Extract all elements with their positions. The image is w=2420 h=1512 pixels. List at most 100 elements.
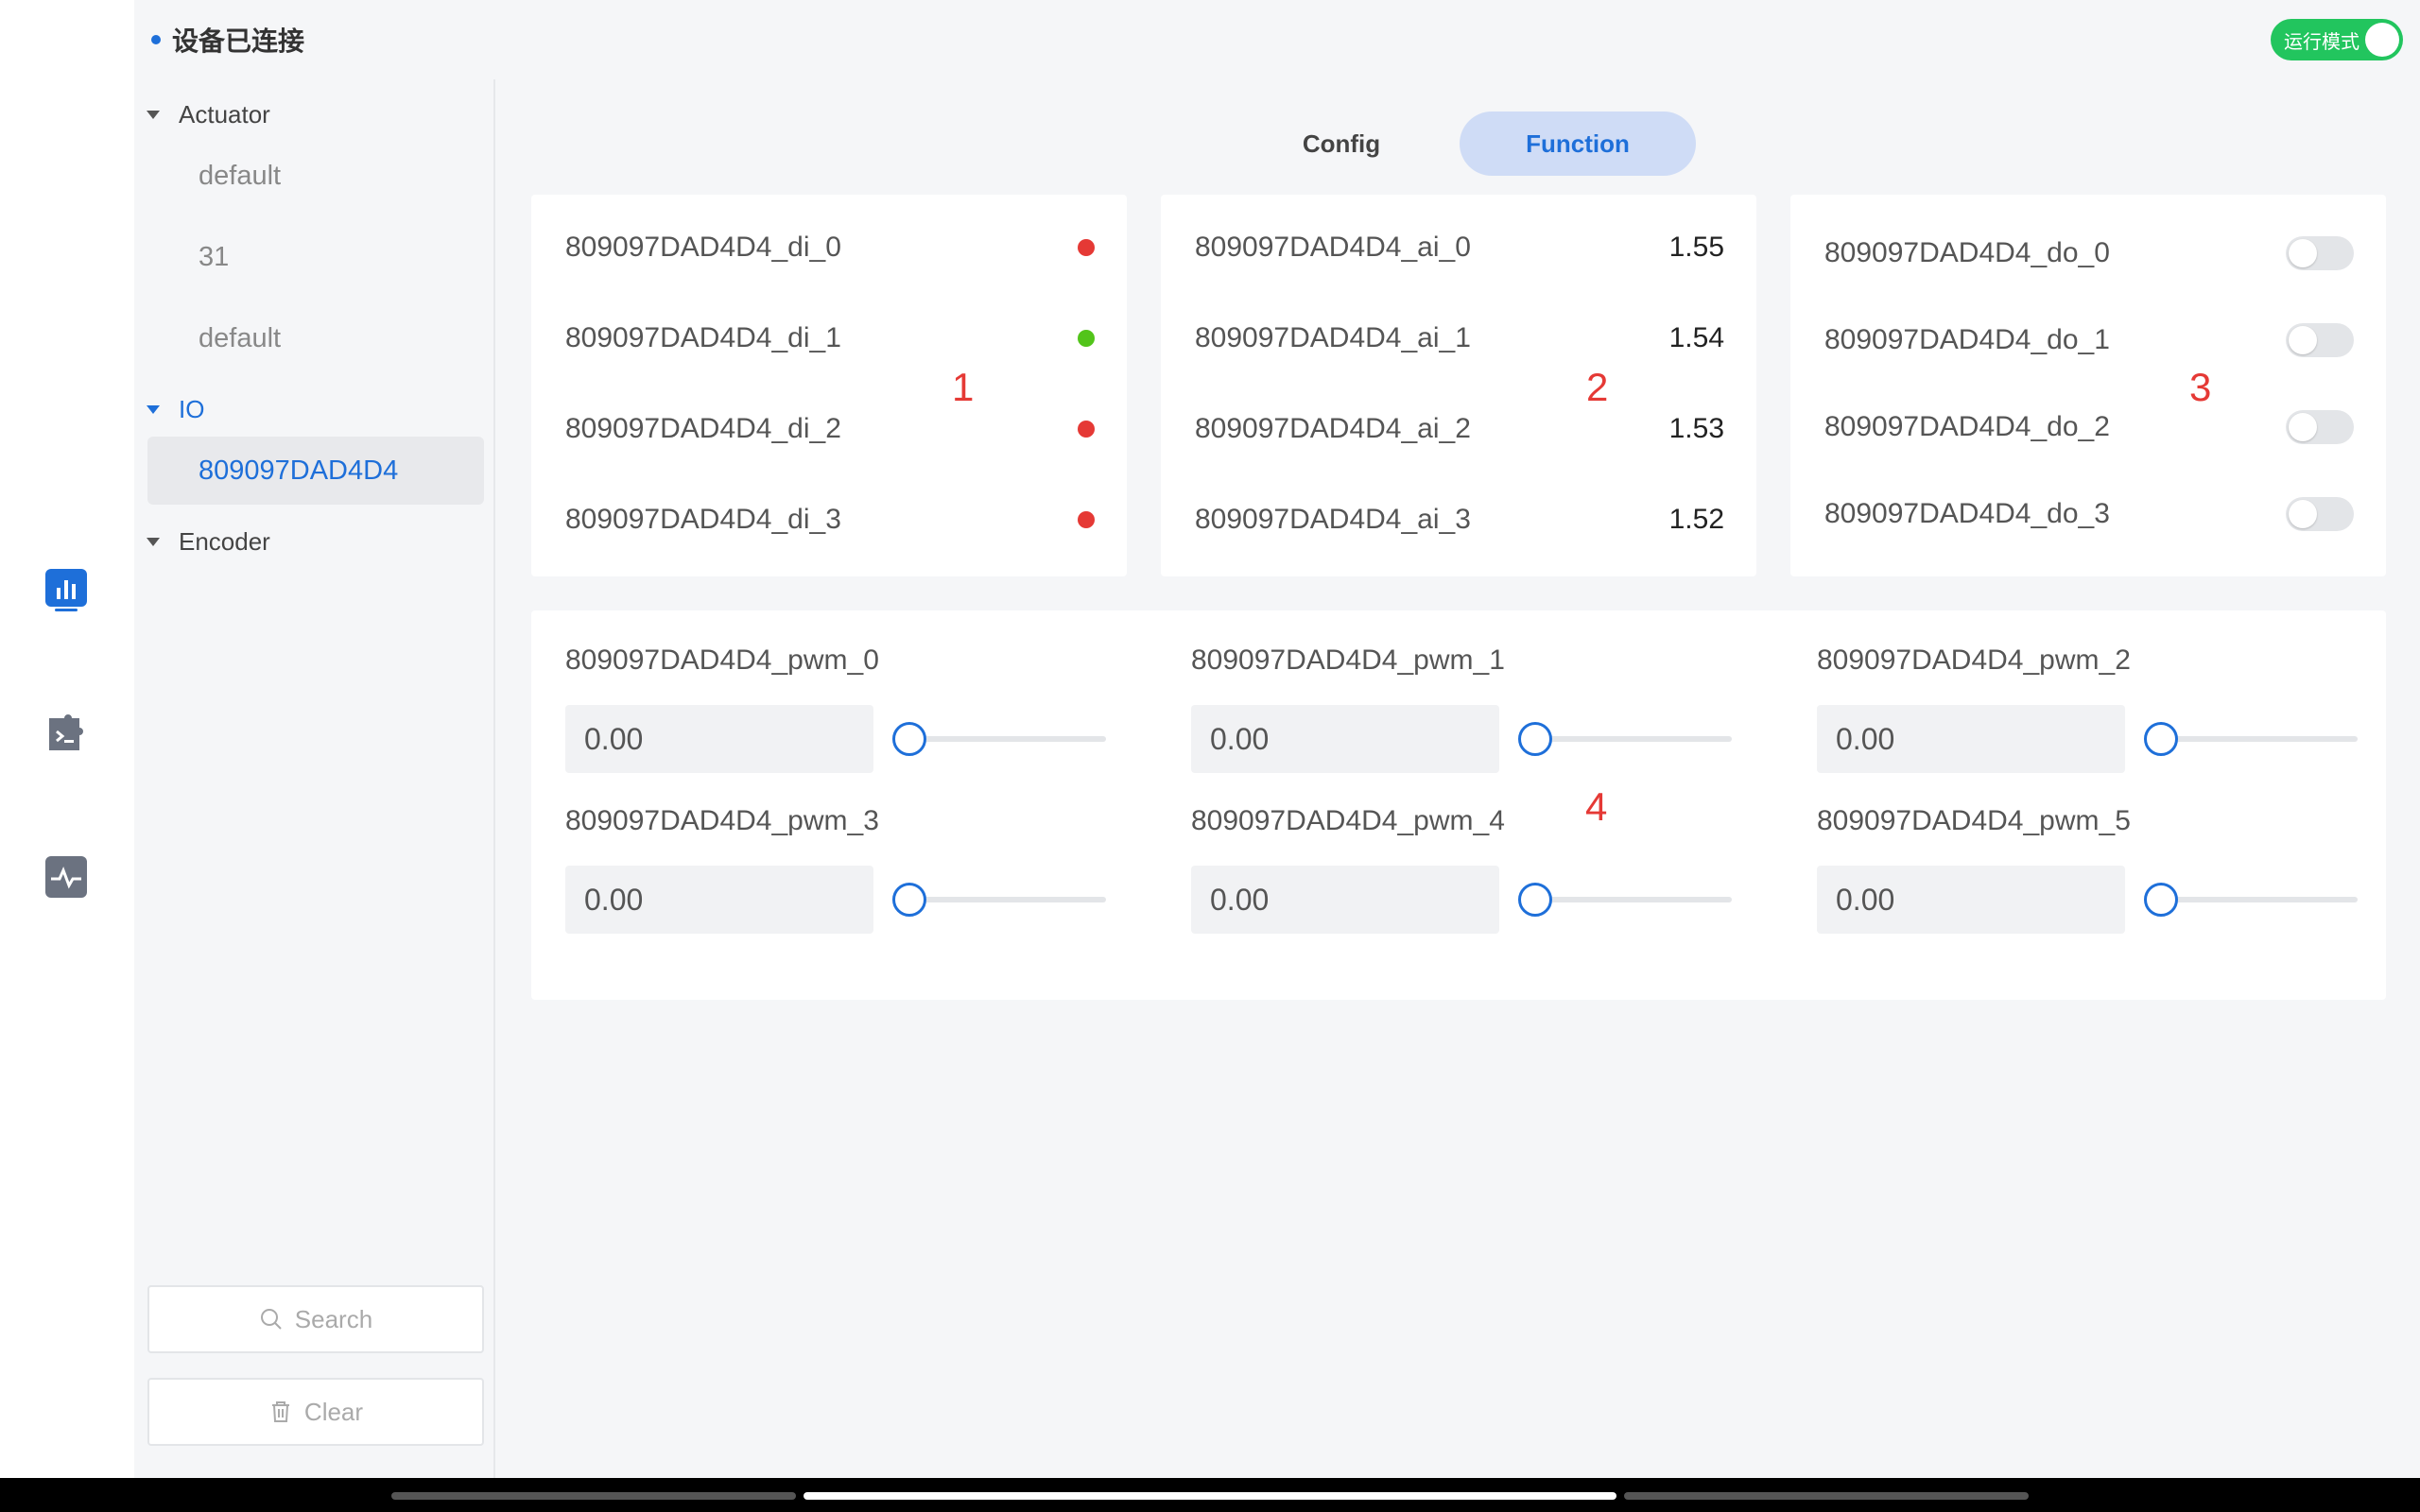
- search-icon: [260, 1309, 282, 1330]
- chart-icon[interactable]: [43, 567, 89, 612]
- pwm-value-input[interactable]: 0.00: [1191, 866, 1499, 934]
- pwm-label: 809097DAD4D4_pwm_1: [1191, 644, 1505, 676]
- system-nav-bar: [0, 1478, 2420, 1512]
- pwm-value-input[interactable]: 0.00: [565, 705, 873, 773]
- do-row: 809097DAD4D4_do_0: [1824, 234, 2354, 272]
- ai-name: 809097DAD4D4_ai_0: [1195, 232, 1471, 263]
- status-led-icon: [1078, 511, 1095, 528]
- panel-marker: 3: [2189, 365, 2212, 409]
- pwm-label: 809097DAD4D4_pwm_3: [565, 805, 879, 836]
- pwm-slider-track[interactable]: [909, 897, 1106, 902]
- status-led-icon: [1078, 421, 1095, 438]
- tree-item-actuator-31[interactable]: 31: [147, 223, 484, 291]
- do-toggle-switch[interactable]: [2286, 497, 2354, 531]
- clear-button[interactable]: Clear: [147, 1378, 484, 1446]
- pwm-panel: 809097DAD4D4_pwm_0 0.00 809097DAD4D4_pwm…: [531, 610, 2386, 1000]
- activity-icon[interactable]: [43, 854, 89, 900]
- ai-row: 809097DAD4D4_ai_1 1.54: [1195, 319, 1724, 357]
- pwm-value-input[interactable]: 0.00: [1817, 705, 2125, 773]
- ai-name: 809097DAD4D4_ai_3: [1195, 504, 1471, 535]
- analog-input-panel: 809097DAD4D4_ai_0 1.55 809097DAD4D4_ai_1 1…: [1161, 195, 1756, 576]
- status-dot-icon: [151, 35, 161, 44]
- tree-group-label: IO: [179, 395, 205, 423]
- ai-value: 1.54: [1668, 322, 1724, 353]
- do-row: 809097DAD4D4_do_1: [1824, 321, 2354, 359]
- tab-function[interactable]: Function: [1460, 112, 1696, 176]
- trash-icon: [271, 1401, 289, 1422]
- pwm-value-input[interactable]: 0.00: [1817, 866, 2125, 934]
- pwm-value-input[interactable]: 0.00: [565, 866, 873, 934]
- digital-output-panel: 809097DAD4D4_do_0 809097DAD4D4_do_1 8090…: [1790, 195, 2386, 576]
- pwm-slider-thumb[interactable]: [2144, 883, 2178, 917]
- pwm-slider-thumb[interactable]: [1518, 883, 1552, 917]
- digital-input-panel: 809097DAD4D4_di_0 809097DAD4D4_di_1 8090…: [531, 195, 1127, 576]
- di-row: 809097DAD4D4_di_3: [565, 501, 1095, 539]
- di-name: 809097DAD4D4_di_3: [565, 504, 841, 535]
- ai-row: 809097DAD4D4_ai_0 1.55: [1195, 229, 1724, 266]
- panel-marker: 2: [1586, 365, 1609, 409]
- do-toggle-switch[interactable]: [2286, 323, 2354, 357]
- icon-rail: [0, 0, 134, 1478]
- di-row: 809097DAD4D4_di_0: [565, 229, 1095, 266]
- ai-row: 809097DAD4D4_ai_3 1.52: [1195, 501, 1724, 539]
- search-button-label: Search: [294, 1304, 373, 1333]
- tab-config[interactable]: Config: [1223, 112, 1460, 176]
- tree-item-io-device[interactable]: 809097DAD4D4: [147, 437, 484, 505]
- pwm-slider-track[interactable]: [1535, 897, 1732, 902]
- tree-group-label: Actuator: [179, 100, 270, 129]
- connection-status-text: 设备已连接: [172, 26, 305, 56]
- pwm-slider-track[interactable]: [2161, 897, 2358, 902]
- di-name: 809097DAD4D4_di_1: [565, 322, 841, 353]
- run-mode-toggle[interactable]: 运行模式: [2271, 19, 2403, 60]
- caret-down-icon: [147, 405, 160, 414]
- status-led-icon: [1078, 239, 1095, 256]
- caret-down-icon: [147, 111, 160, 119]
- pwm-value-input[interactable]: 0.00: [1191, 705, 1499, 773]
- do-name: 809097DAD4D4_do_3: [1824, 498, 2110, 529]
- ai-value: 1.53: [1668, 413, 1724, 444]
- do-name: 809097DAD4D4_do_2: [1824, 411, 2110, 442]
- connection-status: 设备已连接: [151, 21, 304, 59]
- do-row: 809097DAD4D4_do_2: [1824, 408, 2354, 446]
- tree-group-actuator[interactable]: Actuator: [147, 100, 270, 129]
- do-name: 809097DAD4D4_do_0: [1824, 237, 2110, 268]
- tree-item-actuator-default-2[interactable]: default: [147, 304, 484, 372]
- tree-group-encoder[interactable]: Encoder: [147, 527, 270, 557]
- do-toggle-switch[interactable]: [2286, 236, 2354, 270]
- ai-value: 1.52: [1668, 504, 1724, 535]
- tree-group-label: Encoder: [179, 527, 270, 556]
- tree-group-io[interactable]: IO: [147, 395, 204, 424]
- di-row: 809097DAD4D4_di_1: [565, 319, 1095, 357]
- pwm-label: 809097DAD4D4_pwm_5: [1817, 805, 2131, 836]
- status-led-icon: [1078, 330, 1095, 347]
- nav-segment: [1624, 1492, 2029, 1500]
- do-row: 809097DAD4D4_do_3: [1824, 495, 2354, 533]
- view-tabs: Config Function: [1223, 112, 1696, 176]
- pwm-label: 809097DAD4D4_pwm_4: [1191, 805, 1505, 836]
- do-toggle-switch[interactable]: [2286, 410, 2354, 444]
- ai-row: 809097DAD4D4_ai_2 1.53: [1195, 410, 1724, 448]
- pwm-slider-track[interactable]: [909, 736, 1106, 742]
- di-name: 809097DAD4D4_di_2: [565, 413, 841, 444]
- panel-marker: 1: [952, 365, 975, 409]
- nav-home-indicator[interactable]: [804, 1492, 1616, 1500]
- pwm-slider-thumb[interactable]: [892, 722, 926, 756]
- caret-down-icon: [147, 538, 160, 546]
- nav-segment: [391, 1492, 796, 1500]
- tree-item-actuator-default[interactable]: default: [147, 142, 484, 210]
- do-name: 809097DAD4D4_do_1: [1824, 324, 2110, 355]
- pwm-label: 809097DAD4D4_pwm_0: [565, 644, 879, 676]
- pwm-slider-thumb[interactable]: [892, 883, 926, 917]
- ai-name: 809097DAD4D4_ai_1: [1195, 322, 1471, 353]
- toggle-knob: [2365, 23, 2399, 57]
- pwm-slider-thumb[interactable]: [1518, 722, 1552, 756]
- clear-button-label: Clear: [303, 1397, 364, 1426]
- run-mode-label: 运行模式: [2284, 31, 2360, 53]
- pwm-slider-thumb[interactable]: [2144, 722, 2178, 756]
- pwm-slider-track[interactable]: [2161, 736, 2358, 742]
- di-row: 809097DAD4D4_di_2: [565, 410, 1095, 448]
- search-button[interactable]: Search: [147, 1285, 484, 1353]
- pwm-slider-track[interactable]: [1535, 736, 1732, 742]
- di-name: 809097DAD4D4_di_0: [565, 232, 841, 263]
- terminal-puzzle-icon[interactable]: [43, 711, 89, 756]
